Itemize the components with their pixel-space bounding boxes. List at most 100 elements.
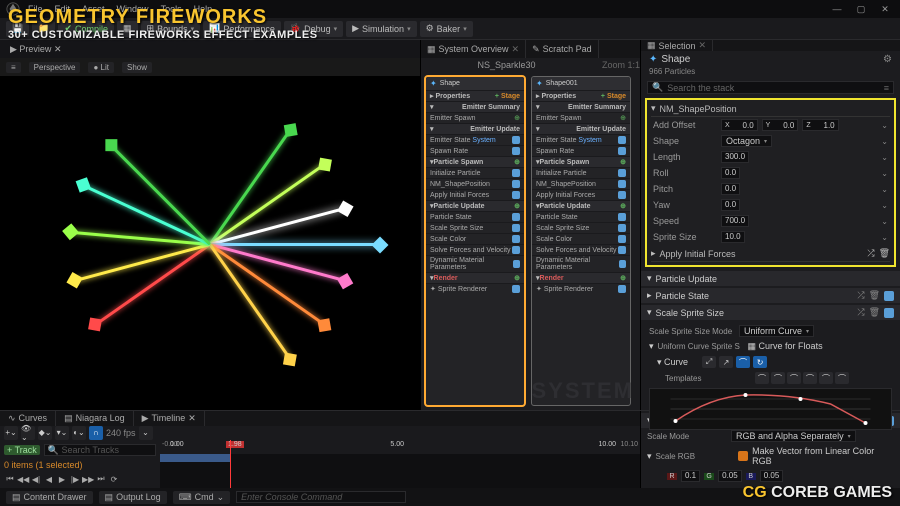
curve-editor[interactable] bbox=[649, 388, 892, 430]
offset-y-input[interactable]: Y0.0 bbox=[762, 119, 799, 131]
timeline[interactable]: -0.10 0.00 1.98 5.00 10.00 10.10 bbox=[160, 440, 640, 488]
browse-button[interactable]: 📁 bbox=[32, 21, 55, 37]
next-frame-icon[interactable]: |▶ bbox=[69, 475, 81, 484]
tab-scratch-pad[interactable]: ✎ Scratch Pad bbox=[526, 40, 599, 58]
trash-icon[interactable]: 🗑 bbox=[879, 248, 890, 259]
console-input[interactable]: Enter Console Command bbox=[236, 491, 406, 503]
step-back-icon[interactable]: ◀◀ bbox=[17, 475, 29, 484]
performance-button[interactable]: 📊 Performance bbox=[203, 21, 281, 37]
curve-tool-2[interactable]: ↗ bbox=[719, 356, 733, 368]
baker-button[interactable]: ⚙ Baker▾ bbox=[420, 21, 473, 37]
play-icon[interactable]: ▶ bbox=[56, 475, 68, 484]
template-2[interactable]: ⌒ bbox=[771, 372, 785, 384]
prev-frame-icon[interactable]: ◀| bbox=[30, 475, 42, 484]
tool-fps[interactable]: ∩ bbox=[89, 426, 103, 440]
sprite-size-input[interactable]: 10.0 bbox=[721, 231, 745, 243]
tab-timeline[interactable]: ▶ Timeline ✕ bbox=[134, 411, 205, 426]
cmd-button[interactable]: ⌨ Cmd ⌄ bbox=[173, 491, 231, 504]
b-input[interactable]: 0.05 bbox=[760, 470, 784, 482]
sparkle-icon: ✦ bbox=[536, 79, 543, 88]
node-shape001[interactable]: ✦Shape001 ▸ Properties+ Stage ▾ Emitter … bbox=[531, 76, 631, 406]
tool-key[interactable]: ◆⌄ bbox=[38, 426, 52, 440]
tab-preview[interactable]: ▶ Preview ✕ bbox=[4, 44, 67, 55]
menu-tools[interactable]: Tools bbox=[157, 4, 186, 14]
step-fwd-icon[interactable]: ▶▶ bbox=[82, 475, 94, 484]
thumbnail-button[interactable]: ▦ bbox=[117, 21, 138, 37]
tool-plus[interactable]: +⌄ bbox=[4, 426, 18, 440]
goto-end-icon[interactable]: ⏭ bbox=[95, 474, 107, 484]
speed-input[interactable]: 700.0 bbox=[721, 215, 749, 227]
offset-z-input[interactable]: Z1.0 bbox=[802, 119, 838, 131]
menu-file[interactable]: File bbox=[24, 4, 47, 14]
template-3[interactable]: ⌒ bbox=[787, 372, 801, 384]
curve-tool-3[interactable]: ⌒ bbox=[736, 356, 750, 368]
shape-dropdown[interactable]: Octagon▾ bbox=[721, 135, 772, 147]
preview-viewport[interactable] bbox=[0, 76, 420, 410]
chart-icon: 📊 bbox=[209, 23, 220, 34]
tool-eye[interactable]: 👁⌄ bbox=[21, 426, 35, 440]
tool-chev[interactable]: ⌄ bbox=[139, 426, 153, 440]
fps-display: 240 fps bbox=[106, 428, 136, 438]
g-channel: G bbox=[704, 473, 714, 480]
template-1[interactable]: ⌒ bbox=[755, 372, 769, 384]
content-drawer-button[interactable]: ▤ Content Drawer bbox=[6, 491, 93, 504]
play-icon: ▶ bbox=[352, 23, 359, 34]
bounds-button[interactable]: ⊞ Bounds▾ bbox=[141, 21, 201, 37]
scale-mode-dropdown[interactable]: Uniform Curve▾ bbox=[739, 325, 814, 337]
section-scale-sprite[interactable]: ▾Scale Sprite Size⤮🗑 bbox=[641, 305, 900, 320]
tab-system-overview[interactable]: ▦ System Overview ✕ bbox=[421, 40, 526, 58]
curve-tool-4[interactable]: ↻ bbox=[753, 356, 767, 368]
pitch-input[interactable]: 0.0 bbox=[721, 183, 740, 195]
curve-tool-1[interactable]: ⤢ bbox=[702, 356, 716, 368]
add-track-button[interactable]: + Track bbox=[4, 445, 40, 455]
viewport-perspective[interactable]: Perspective bbox=[29, 62, 81, 73]
debug-button[interactable]: 🐞 Debug▾ bbox=[284, 21, 343, 37]
search-input[interactable]: 🔍Search the stack≡ bbox=[647, 81, 894, 94]
module-title: NM_ShapePosition bbox=[660, 104, 890, 114]
baker-icon: ⚙ bbox=[426, 23, 434, 34]
template-5[interactable]: ⌒ bbox=[819, 372, 833, 384]
section-particle-state[interactable]: ▸Particle State⤮🗑 bbox=[641, 288, 900, 303]
goto-start-icon[interactable]: ⏮ bbox=[4, 474, 16, 484]
filter-icon[interactable]: ≡ bbox=[884, 83, 889, 93]
viewport-options[interactable]: ≡ bbox=[6, 62, 21, 73]
color-swatch[interactable] bbox=[738, 451, 748, 461]
r-input[interactable]: 0.1 bbox=[681, 470, 700, 482]
menu-window[interactable]: Window bbox=[113, 4, 153, 14]
tab-niagara-log[interactable]: ▤ Niagara Log bbox=[56, 411, 134, 426]
menu-help[interactable]: Help bbox=[190, 4, 217, 14]
reverse-play-icon[interactable]: ◀ bbox=[43, 475, 55, 484]
loop-icon[interactable]: ⟳ bbox=[108, 475, 120, 484]
length-input[interactable]: 300.0 bbox=[721, 151, 749, 163]
bug-icon: 🐞 bbox=[290, 23, 301, 34]
shuffle-icon[interactable]: ⤮ bbox=[867, 248, 874, 259]
scale-mode2-dropdown[interactable]: RGB and Alpha Separately▾ bbox=[731, 430, 856, 442]
offset-x-input[interactable]: X0.0 bbox=[721, 119, 758, 131]
menu-asset[interactable]: Asset bbox=[78, 4, 109, 14]
template-4[interactable]: ⌒ bbox=[803, 372, 817, 384]
compile-button[interactable]: ✔ Compile bbox=[58, 21, 114, 37]
overlay-brand: CG COREB GAMES bbox=[743, 484, 892, 502]
save-button[interactable]: 💾 bbox=[6, 21, 29, 37]
viewport-lit[interactable]: ● Lit bbox=[88, 62, 114, 73]
maximize-icon[interactable]: ▢ bbox=[852, 4, 870, 15]
minimize-icon[interactable]: — bbox=[828, 4, 846, 15]
roll-input[interactable]: 0.0 bbox=[721, 167, 740, 179]
track-search-input[interactable]: 🔍 Search Tracks bbox=[44, 444, 156, 456]
simulation-button[interactable]: ▶ Simulation▾ bbox=[346, 21, 416, 37]
node-shape[interactable]: ✦Shape ▸ Properties+ Stage ▾ Emitter Sum… bbox=[425, 76, 525, 406]
tool-flag[interactable]: ▾⌄ bbox=[55, 426, 69, 440]
close-icon[interactable]: ✕ bbox=[876, 4, 894, 15]
section-particle-update[interactable]: ▾Particle Update bbox=[641, 271, 900, 286]
yaw-input[interactable]: 0.0 bbox=[721, 199, 740, 211]
viewport-show[interactable]: Show bbox=[122, 62, 152, 73]
menubar: File Edit Asset Window Tools Help — ▢ ✕ bbox=[0, 0, 900, 18]
b-channel: B bbox=[746, 473, 756, 480]
tab-selection[interactable]: ▦ Selection ✕ bbox=[641, 40, 713, 51]
output-log-button[interactable]: ▤ Output Log bbox=[99, 491, 167, 504]
menu-edit[interactable]: Edit bbox=[51, 4, 75, 14]
tool-snap[interactable]: ◐⌄ bbox=[72, 426, 86, 440]
gear-icon[interactable]: ⚙ bbox=[883, 54, 892, 65]
g-input[interactable]: 0.05 bbox=[718, 470, 742, 482]
template-6[interactable]: ⌒ bbox=[835, 372, 849, 384]
